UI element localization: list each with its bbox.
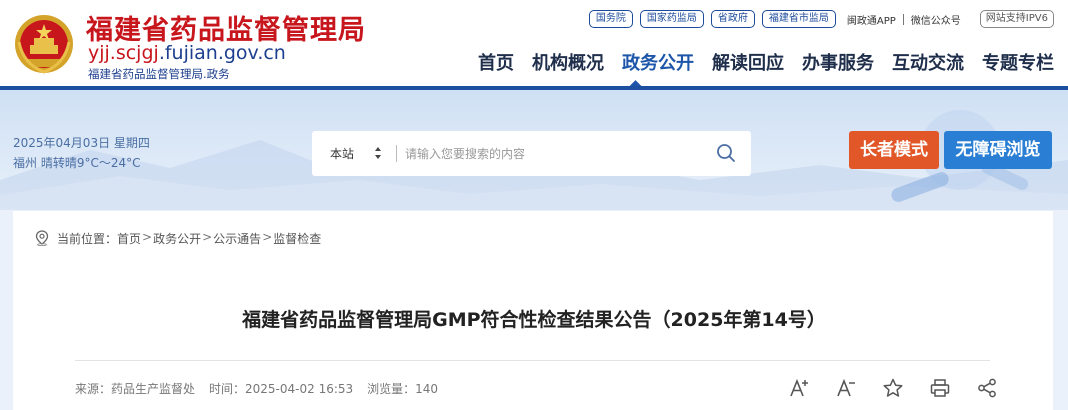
nav-services[interactable]: 办事服务: [802, 49, 874, 75]
search-divider: [396, 145, 397, 162]
wechat-link[interactable]: 微信公众号: [911, 12, 961, 27]
top-link-nmpa[interactable]: 国家药监局: [639, 10, 704, 28]
favorite-star-icon[interactable]: [882, 377, 904, 399]
accessible-browsing-button[interactable]: 无障碍浏览: [944, 131, 1052, 169]
nav-special-topics[interactable]: 专题专栏: [982, 49, 1054, 75]
breadcrumb-separator: >: [142, 230, 153, 244]
site-header: 福建省药品监督管理局 yjj.scjgj.fujian.gov.cn 福建省药品…: [0, 0, 1068, 88]
font-increase-icon[interactable]: [788, 377, 810, 399]
print-icon[interactable]: [929, 377, 951, 399]
weather-info: 福州 晴转晴9°C～24°C: [13, 156, 141, 170]
top-link-state-council[interactable]: 国务院: [588, 10, 633, 28]
nav-interaction[interactable]: 互动交流: [892, 49, 964, 75]
nav-interpretation[interactable]: 解读回应: [712, 49, 784, 75]
ipv6-badge: 网站支持IPV6: [979, 10, 1054, 28]
breadcrumb-separator: >: [202, 230, 213, 244]
article-meta: 来源：药品生产监督处 时间：2025-04-02 16:53 浏览量：140: [75, 380, 438, 397]
breadcrumb-item-home[interactable]: 首页: [117, 230, 141, 247]
top-link-provincial-gov[interactable]: 省政府: [710, 10, 755, 28]
article-title: 福建省药品监督管理局GMP符合性检查结果公告（2025年第14号）: [242, 309, 826, 331]
breadcrumb-prefix: 当前位置：: [57, 232, 118, 246]
nav-government-affairs[interactable]: 政务公开: [622, 49, 694, 75]
article-time: 时间：2025-04-02 16:53: [209, 382, 354, 396]
share-icon[interactable]: [976, 377, 998, 399]
elder-mode-button[interactable]: 长者模式: [849, 131, 939, 169]
article-views: 浏览量：140: [367, 382, 439, 396]
site-domain-suffix: .fujian.gov.cn: [158, 42, 286, 64]
nav-home[interactable]: 首页: [478, 49, 514, 75]
app-link[interactable]: 闽政通APP: [847, 12, 896, 27]
breadcrumb-item-inspection[interactable]: 监督检查: [273, 230, 321, 247]
breadcrumb-item-government-affairs[interactable]: 政务公开: [153, 230, 201, 247]
current-date: 2025年04月03日 星期四: [13, 136, 150, 150]
national-emblem-icon: [15, 15, 73, 74]
banner: 2025年04月03日 星期四 福州 晴转晴9°C～24°C 本站 长者模式 无…: [0, 90, 1068, 210]
breadcrumb-item-notices[interactable]: 公示通告: [213, 230, 261, 247]
main-nav: 首页 机构概况 政务公开 解读回应 办事服务 互动交流 专题专栏: [460, 49, 1054, 75]
article-source: 来源：药品生产监督处: [75, 382, 196, 396]
top-link-market-supervision[interactable]: 福建省市监局: [761, 10, 836, 28]
article-tools: [788, 377, 998, 399]
search-scope-select[interactable]: 本站: [330, 145, 354, 162]
site-subtitle: 福建省药品监督管理局.政务: [88, 67, 230, 81]
select-arrows-icon[interactable]: [374, 146, 382, 160]
top-links: 国务院 国家药监局 省政府 福建省市监局 闽政通APP 微信公众号 网站支持IP…: [588, 9, 1054, 29]
breadcrumb-separator: >: [262, 230, 273, 244]
font-decrease-icon[interactable]: [835, 377, 857, 399]
breadcrumb: 当前位置： 首页 > 政务公开 > 公示通告 > 监督检查: [57, 230, 321, 247]
search-input[interactable]: [405, 140, 695, 167]
title-divider: [75, 360, 990, 361]
search-box: 本站: [312, 131, 751, 176]
search-icon[interactable]: [715, 142, 737, 164]
location-pin-icon: [35, 230, 49, 246]
site-domain: yjj.scjgj.fujian.gov.cn: [88, 42, 286, 64]
top-links-divider: [902, 13, 904, 25]
site-domain-prefix: yjj.scjgj: [88, 42, 159, 64]
nav-organization[interactable]: 机构概况: [532, 49, 604, 75]
